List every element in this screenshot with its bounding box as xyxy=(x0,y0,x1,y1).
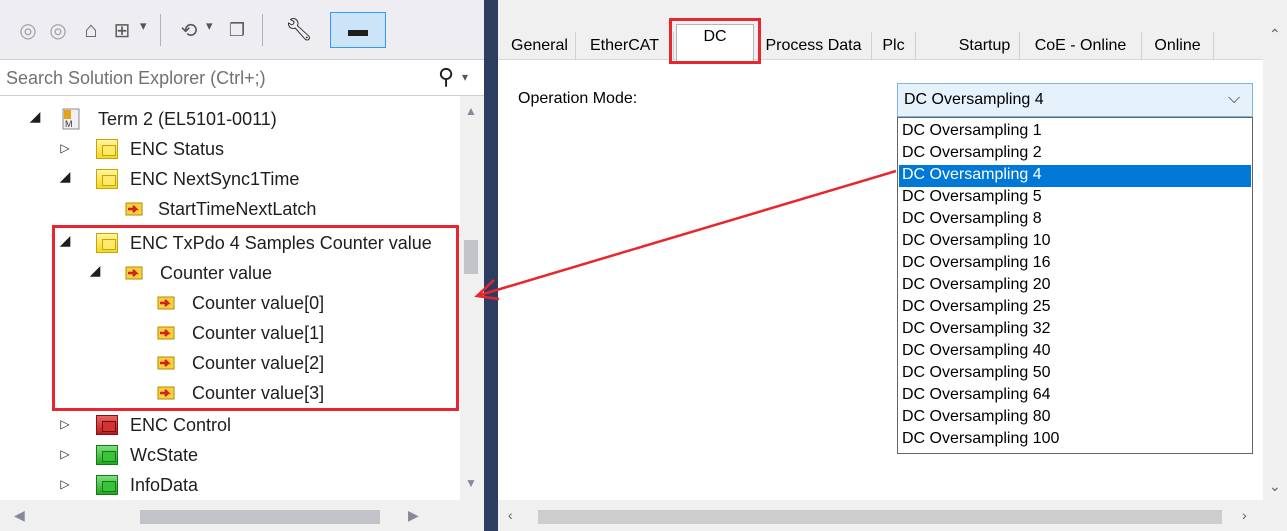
tree-item-label: StartTimeNextLatch xyxy=(158,199,317,219)
chevron-right-icon[interactable]: › xyxy=(1242,507,1247,523)
scroll-up-icon[interactable]: ▲ xyxy=(465,104,477,118)
tree-item-wcstate[interactable]: ▷ WcState xyxy=(0,440,460,470)
back-icon[interactable]: ◎ xyxy=(16,16,40,44)
tree-item-label: ENC Status xyxy=(130,139,225,159)
home-icon[interactable]: ⌂ xyxy=(78,16,104,44)
green-folder-icon xyxy=(96,445,118,465)
green-folder-icon xyxy=(96,475,118,495)
dropdown-option[interactable]: DC Oversampling 10 xyxy=(899,231,1251,253)
yellow-folder-icon xyxy=(96,169,118,189)
dropdown-option[interactable]: DC Oversampling 1 xyxy=(899,121,1251,143)
scroll-thumb[interactable] xyxy=(538,510,1222,524)
collapsed-arrow-icon[interactable]: ▷ xyxy=(58,477,72,491)
history-icon[interactable]: ⟲ xyxy=(176,16,202,44)
dropdown-option[interactable]: DC Oversampling 5 xyxy=(899,187,1251,209)
tab-general[interactable]: General xyxy=(504,32,576,60)
chevron-up-icon[interactable]: ⌃ xyxy=(1269,26,1281,43)
tree-item-starttime[interactable]: StartTimeNextLatch xyxy=(0,194,460,224)
dropdown-option[interactable]: DC Oversampling 100 xyxy=(899,429,1251,451)
sync-dropdown-icon[interactable]: ▾ xyxy=(140,18,147,34)
tab-process-data[interactable]: Process Data xyxy=(756,32,872,60)
highlight-box-dc-tab xyxy=(669,18,761,64)
dropdown-option[interactable]: DC Oversampling 8 xyxy=(899,209,1251,231)
pin-icon[interactable]: ▬ xyxy=(336,16,380,44)
panel-horizontal-scrollbar[interactable]: ‹ › xyxy=(498,500,1287,531)
dropdown-option[interactable]: DC Oversampling 80 xyxy=(899,407,1251,429)
variable-icon xyxy=(124,200,144,218)
search-icon[interactable]: ⚲ xyxy=(438,64,454,90)
panel-splitter[interactable] xyxy=(484,0,498,531)
search-box[interactable]: Search Solution Explorer (Ctrl+;) ⚲ ▾ xyxy=(0,60,484,96)
dropdown-option[interactable]: DC Oversampling 64 xyxy=(899,385,1251,407)
tree-horizontal-scrollbar[interactable]: ◀ ▶ xyxy=(0,500,484,531)
expanded-arrow-icon[interactable]: ◢ xyxy=(28,108,42,125)
scroll-right-icon[interactable]: ▶ xyxy=(408,507,419,524)
dropdown-option[interactable]: DC Oversampling 16 xyxy=(899,253,1251,275)
operation-mode-dropdown: DC Oversampling 1 DC Oversampling 2 DC O… xyxy=(897,117,1253,454)
search-options-icon[interactable]: ▾ xyxy=(462,70,468,84)
tree-item-label: WcState xyxy=(130,445,199,465)
scroll-thumb[interactable] xyxy=(464,240,478,274)
red-folder-icon xyxy=(96,415,118,435)
collapsed-arrow-icon[interactable]: ▷ xyxy=(58,447,72,461)
scroll-left-icon[interactable]: ◀ xyxy=(14,507,25,524)
operation-mode-select[interactable]: DC Oversampling 4 ⌵ xyxy=(897,83,1253,117)
tab-online[interactable]: Online xyxy=(1142,32,1214,60)
operation-mode-value: DC Oversampling 4 xyxy=(904,91,1044,108)
history-dropdown-icon[interactable]: ▾ xyxy=(206,18,213,34)
tree-item-enc-nextsync[interactable]: ◢ ENC NextSync1Time xyxy=(0,164,460,194)
dropdown-option[interactable]: DC Oversampling 50 xyxy=(899,363,1251,385)
copy-icon[interactable]: ❐ xyxy=(224,16,250,44)
collapsed-arrow-icon[interactable]: ▷ xyxy=(58,141,72,155)
yellow-folder-icon xyxy=(96,139,118,159)
expanded-arrow-icon[interactable]: ◢ xyxy=(58,168,72,185)
properties-panel: General EtherCAT DC Process Data Plc Sta… xyxy=(498,0,1287,531)
dropdown-option[interactable]: DC Oversampling 25 xyxy=(899,297,1251,319)
dropdown-option[interactable]: DC Oversampling 2 xyxy=(899,143,1251,165)
tree-item-label: ENC NextSync1Time xyxy=(130,169,300,189)
tree-item-enc-status[interactable]: ▷ ENC Status xyxy=(0,134,460,164)
tab-bar: General EtherCAT DC Process Data Plc Sta… xyxy=(498,0,1263,61)
sync-icon[interactable]: ⊞ xyxy=(108,16,136,44)
dropdown-option[interactable]: DC Oversampling 32 xyxy=(899,319,1251,341)
tree-item-label: InfoData xyxy=(130,475,199,495)
wrench-icon[interactable]: 🔧︎ xyxy=(284,16,314,44)
dropdown-option[interactable]: DC Oversampling 20 xyxy=(899,275,1251,297)
search-input[interactable]: Search Solution Explorer (Ctrl+;) xyxy=(6,68,266,89)
svg-text:M: M xyxy=(65,119,73,129)
dropdown-option-selected[interactable]: DC Oversampling 4 xyxy=(899,165,1251,187)
tab-startup[interactable]: Startup xyxy=(950,32,1020,60)
tree-item-label: Term 2 (EL5101-0011) xyxy=(98,109,277,129)
dropdown-option[interactable]: DC Oversampling 40 xyxy=(899,341,1251,363)
tab-coe-online[interactable]: CoE - Online xyxy=(1020,32,1142,60)
panel-vertical-scrollbar[interactable]: ⌃ ⌄ xyxy=(1263,0,1287,500)
chevron-down-icon[interactable]: ⌄ xyxy=(1269,478,1281,495)
explorer-toolbar: ◎ ◎ ⌂ ⊞ ▾ ⟲ ▾ ❐ 🔧︎ ▬ xyxy=(0,0,484,60)
tab-ethercat[interactable]: EtherCAT xyxy=(576,32,674,60)
terminal-icon: M xyxy=(62,108,80,130)
tree-item-infodata[interactable]: ▷ InfoData xyxy=(0,470,460,500)
tab-plc[interactable]: Plc xyxy=(872,32,916,60)
tree-item-enc-control[interactable]: ▷ ENC Control xyxy=(0,410,460,440)
tree-item-term[interactable]: ◢ M Term 2 (EL5101-0011) xyxy=(0,104,460,134)
chevron-left-icon[interactable]: ‹ xyxy=(508,507,513,523)
collapsed-arrow-icon[interactable]: ▷ xyxy=(58,417,72,431)
solution-explorer: ◎ ◎ ⌂ ⊞ ▾ ⟲ ▾ ❐ 🔧︎ ▬ Search Solution Exp… xyxy=(0,0,484,531)
operation-mode-label: Operation Mode: xyxy=(518,90,638,107)
highlight-box-variables xyxy=(52,225,459,411)
forward-icon[interactable]: ◎ xyxy=(46,16,70,44)
scroll-down-icon[interactable]: ▼ xyxy=(465,476,477,490)
chevron-down-icon[interactable]: ⌵ xyxy=(1228,90,1240,108)
scroll-thumb[interactable] xyxy=(140,510,380,524)
tree-vertical-scrollbar[interactable]: ▲ ▼ xyxy=(460,96,484,500)
tree-item-label: ENC Control xyxy=(130,415,232,435)
